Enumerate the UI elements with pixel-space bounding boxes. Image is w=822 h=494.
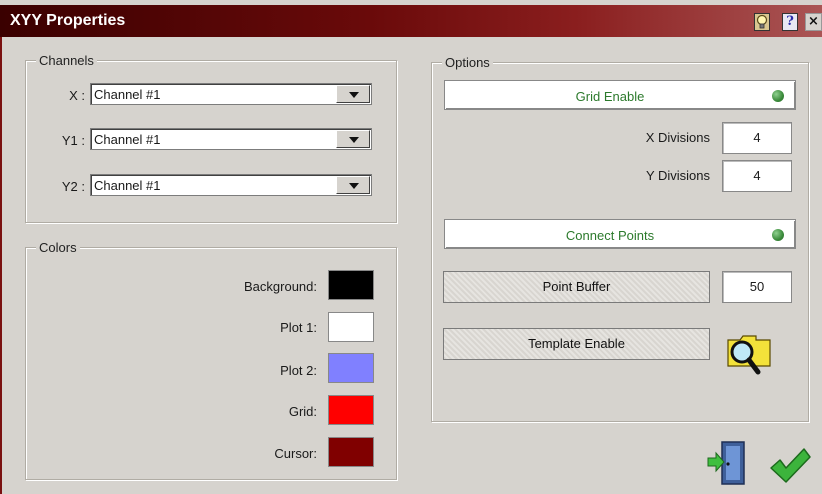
point-buffer-button[interactable]: Point Buffer	[443, 271, 710, 303]
lightbulb-icon	[756, 14, 768, 29]
connect-points-led-icon	[772, 229, 784, 241]
x-divisions-label: X Divisions	[645, 130, 710, 145]
chevron-down-icon	[349, 137, 359, 143]
channel-y1-value: Channel #1	[94, 132, 161, 147]
properties-dialog: XYY Properties ? × Channels X : Channel …	[0, 0, 822, 494]
help-button[interactable]: ?	[782, 13, 798, 31]
channel-y2-label: Y2 :	[61, 179, 85, 194]
exit-door-icon[interactable]	[706, 440, 750, 486]
connect-points-label: Connect Points	[565, 228, 655, 243]
close-button[interactable]: ×	[805, 13, 822, 31]
window-title: XYY Properties	[10, 12, 126, 29]
grid-enable-led-icon	[772, 90, 784, 102]
folder-search-icon[interactable]	[722, 330, 774, 376]
dropdown-arrow-button[interactable]	[336, 85, 370, 103]
background-color-label: Background:	[244, 279, 317, 294]
grid-enable-label: Grid Enable	[575, 89, 645, 104]
channels-legend: Channels	[36, 53, 97, 68]
window-border	[0, 37, 2, 494]
grid-enable-button[interactable]: Grid Enable	[444, 80, 796, 110]
point-buffer-input[interactable]: 50	[722, 271, 792, 303]
x-divisions-input[interactable]: 4	[722, 122, 792, 154]
plot1-color-swatch[interactable]	[328, 312, 374, 342]
dropdown-arrow-button[interactable]	[336, 176, 370, 194]
dropdown-arrow-button[interactable]	[336, 130, 370, 148]
checkmark-icon[interactable]	[768, 446, 812, 486]
y-divisions-label: Y Divisions	[645, 168, 710, 183]
channel-x-value: Channel #1	[94, 87, 161, 102]
channel-x-label: X :	[69, 88, 85, 103]
plot2-color-swatch[interactable]	[328, 353, 374, 383]
colors-legend: Colors	[36, 240, 80, 255]
grid-color-swatch[interactable]	[328, 395, 374, 425]
background-color-swatch[interactable]	[328, 270, 374, 300]
hint-button[interactable]	[754, 13, 770, 31]
channel-y2-value: Channel #1	[94, 178, 161, 193]
connect-points-button[interactable]: Connect Points	[444, 219, 796, 249]
channel-y1-select[interactable]: Channel #1	[90, 128, 372, 150]
plot1-color-label: Plot 1:	[280, 320, 317, 335]
template-enable-button[interactable]: Template Enable	[443, 328, 710, 360]
grid-color-label: Grid:	[288, 404, 317, 419]
options-legend: Options	[442, 55, 493, 70]
cursor-color-swatch[interactable]	[328, 437, 374, 467]
channel-y2-select[interactable]: Channel #1	[90, 174, 372, 196]
plot2-color-label: Plot 2:	[280, 363, 317, 378]
chevron-down-icon	[349, 92, 359, 98]
chevron-down-icon	[349, 183, 359, 189]
channel-y1-label: Y1 :	[61, 133, 85, 148]
cursor-color-label: Cursor:	[274, 446, 317, 461]
title-bar: XYY Properties ? ×	[0, 5, 822, 37]
channel-x-select[interactable]: Channel #1	[90, 83, 372, 105]
y-divisions-input[interactable]: 4	[722, 160, 792, 192]
